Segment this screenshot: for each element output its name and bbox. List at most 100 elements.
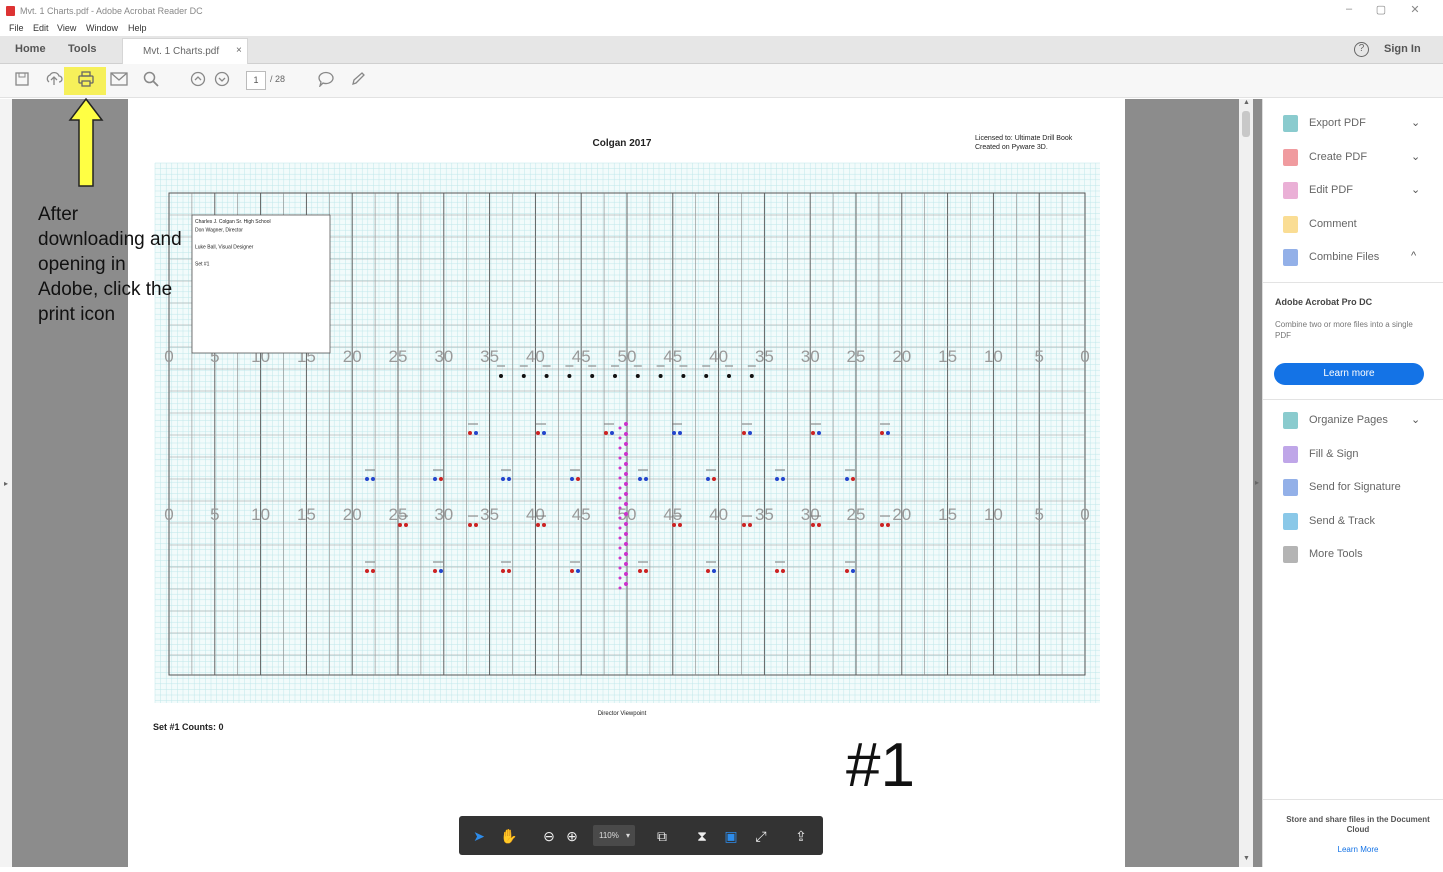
cloud-upload-icon[interactable] bbox=[44, 71, 64, 91]
tool-organize-pages[interactable]: Organize Pages ⌄ bbox=[1283, 411, 1433, 431]
set-info: Set #1 Counts: 0 bbox=[153, 722, 224, 732]
scroll-down-icon[interactable]: ▼ bbox=[1243, 855, 1250, 862]
print-icon[interactable] bbox=[76, 71, 96, 91]
page-total: / 28 bbox=[270, 74, 286, 84]
menu-file[interactable]: File bbox=[9, 23, 24, 33]
zoom-out-icon[interactable]: ⊖ bbox=[539, 826, 559, 846]
save-icon[interactable] bbox=[12, 71, 32, 91]
menu-window[interactable]: Window bbox=[86, 23, 118, 33]
close-tab-button[interactable]: × bbox=[236, 45, 242, 56]
next-page-icon[interactable] bbox=[212, 71, 232, 91]
performer-marker bbox=[439, 569, 443, 573]
left-rail[interactable]: ▸ bbox=[0, 99, 12, 867]
window-title: Mvt. 1 Charts.pdf - Adobe Acrobat Reader… bbox=[20, 6, 203, 16]
organize-pages-icon bbox=[1283, 412, 1298, 429]
tab-tools[interactable]: Tools bbox=[68, 43, 97, 55]
maximize-button[interactable]: ▢ bbox=[1366, 3, 1396, 19]
sign-in-link[interactable]: Sign In bbox=[1384, 43, 1421, 55]
collapse-pane-icon[interactable]: ▸ bbox=[1255, 478, 1259, 487]
performer-marker bbox=[712, 569, 716, 573]
minimize-button[interactable]: – bbox=[1334, 3, 1364, 19]
tab-document[interactable]: Mvt. 1 Charts.pdf × bbox=[122, 38, 248, 64]
tool-fill-sign[interactable]: Fill & Sign bbox=[1283, 445, 1433, 465]
scroll-thumb[interactable] bbox=[1242, 111, 1250, 137]
chevron-icon[interactable]: ⌄ bbox=[1411, 413, 1420, 426]
tool-create-pdf[interactable]: Create PDF ⌄ bbox=[1283, 148, 1433, 168]
previous-page-icon[interactable] bbox=[188, 71, 208, 91]
performer-marker bbox=[474, 431, 478, 435]
chevron-icon[interactable]: ⌄ bbox=[1411, 116, 1420, 129]
yard-number: 30 bbox=[434, 347, 453, 366]
fill-sign-icon bbox=[1283, 445, 1298, 463]
yard-number: 45 bbox=[663, 347, 682, 366]
help-icon[interactable]: ? bbox=[1354, 42, 1369, 57]
performer-marker bbox=[748, 523, 752, 527]
select-tool-icon[interactable]: ➤ bbox=[469, 826, 489, 846]
performer-marker bbox=[610, 431, 614, 435]
yard-number: 40 bbox=[526, 505, 545, 524]
tool-edit-pdf[interactable]: Edit PDF ⌄ bbox=[1283, 181, 1433, 201]
menu-help[interactable]: Help bbox=[128, 23, 147, 33]
send-track-icon bbox=[1283, 512, 1298, 530]
tool-send-for-signature[interactable]: Send for Signature bbox=[1283, 478, 1433, 498]
title-bar: Mvt. 1 Charts.pdf - Adobe Acrobat Reader… bbox=[0, 0, 1443, 22]
scrollbar[interactable]: ▲ ▼ bbox=[1239, 99, 1253, 867]
scroll-up-icon[interactable]: ▲ bbox=[1243, 99, 1250, 106]
pen-icon[interactable] bbox=[348, 71, 368, 91]
yard-number: 0 bbox=[164, 347, 173, 366]
performer-marker bbox=[704, 374, 709, 378]
yard-number: 20 bbox=[343, 347, 362, 366]
performer-marker bbox=[886, 523, 890, 527]
menu-view[interactable]: View bbox=[57, 23, 76, 33]
menu-edit[interactable]: Edit bbox=[33, 23, 49, 33]
license-text: Created on Pyware 3D. bbox=[975, 144, 1048, 151]
performer-marker bbox=[624, 552, 628, 556]
search-icon[interactable] bbox=[141, 71, 161, 91]
tool-comment[interactable]: Comment bbox=[1283, 215, 1433, 235]
tool-combine-files[interactable]: Combine Files ^ bbox=[1283, 248, 1433, 268]
license-text: Licensed to: Ultimate Drill Book bbox=[975, 135, 1073, 142]
fit-page-icon[interactable]: ▣ bbox=[721, 826, 741, 846]
tool-export-pdf[interactable]: Export PDF ⌄ bbox=[1283, 114, 1433, 134]
tab-home[interactable]: Home bbox=[15, 43, 46, 55]
learn-more-button[interactable]: Learn more bbox=[1274, 363, 1424, 385]
performer-marker bbox=[775, 569, 779, 573]
performer-marker bbox=[845, 477, 849, 481]
yard-number: 15 bbox=[938, 347, 957, 366]
zoom-value: 110% bbox=[599, 831, 619, 840]
separator bbox=[1263, 282, 1443, 283]
yard-number: 15 bbox=[297, 505, 316, 524]
performer-marker bbox=[748, 431, 752, 435]
hand-tool-icon[interactable]: ✋ bbox=[499, 826, 519, 846]
performer-marker bbox=[371, 569, 375, 573]
yard-number: 10 bbox=[984, 347, 1003, 366]
export-pdf-icon bbox=[1283, 115, 1298, 132]
tool-label: Organize Pages bbox=[1309, 414, 1388, 426]
learn-more-link[interactable]: Learn More bbox=[1283, 845, 1433, 854]
comment-icon[interactable] bbox=[316, 71, 336, 91]
email-icon[interactable] bbox=[109, 71, 129, 91]
chevron-icon[interactable]: ⌄ bbox=[1411, 183, 1420, 196]
chevron-icon[interactable]: ^ bbox=[1411, 250, 1416, 262]
performer-marker bbox=[576, 477, 580, 481]
expand-left-icon[interactable]: ▸ bbox=[4, 479, 8, 488]
document-tab-label: Mvt. 1 Charts.pdf bbox=[143, 46, 220, 57]
page-number-input[interactable]: 1 bbox=[246, 71, 266, 90]
tool-label: Send & Track bbox=[1309, 514, 1376, 527]
share-icon[interactable]: ⇪ bbox=[791, 826, 811, 846]
fit-width-icon[interactable]: ⧗ bbox=[692, 826, 712, 846]
performer-marker bbox=[775, 477, 779, 481]
zoom-select[interactable]: 110% ▾ bbox=[593, 825, 635, 846]
performer-marker bbox=[365, 569, 369, 573]
close-window-button[interactable]: ✕ bbox=[1400, 3, 1430, 19]
zoom-in-icon[interactable]: ⊕ bbox=[562, 826, 582, 846]
info-box-text: Charles J. Colgan Sr. High School bbox=[195, 219, 271, 225]
full-screen-icon[interactable]: ⤢ bbox=[751, 826, 771, 846]
tool-more-tools[interactable]: More Tools bbox=[1283, 545, 1433, 565]
tool-send-track[interactable]: Send & Track bbox=[1283, 512, 1433, 532]
yard-number: 35 bbox=[755, 505, 774, 524]
page-view-icon[interactable]: ⧉ bbox=[652, 826, 672, 846]
performer-marker bbox=[618, 526, 622, 530]
chevron-icon[interactable]: ⌄ bbox=[1411, 150, 1420, 163]
performer-marker bbox=[742, 523, 746, 527]
